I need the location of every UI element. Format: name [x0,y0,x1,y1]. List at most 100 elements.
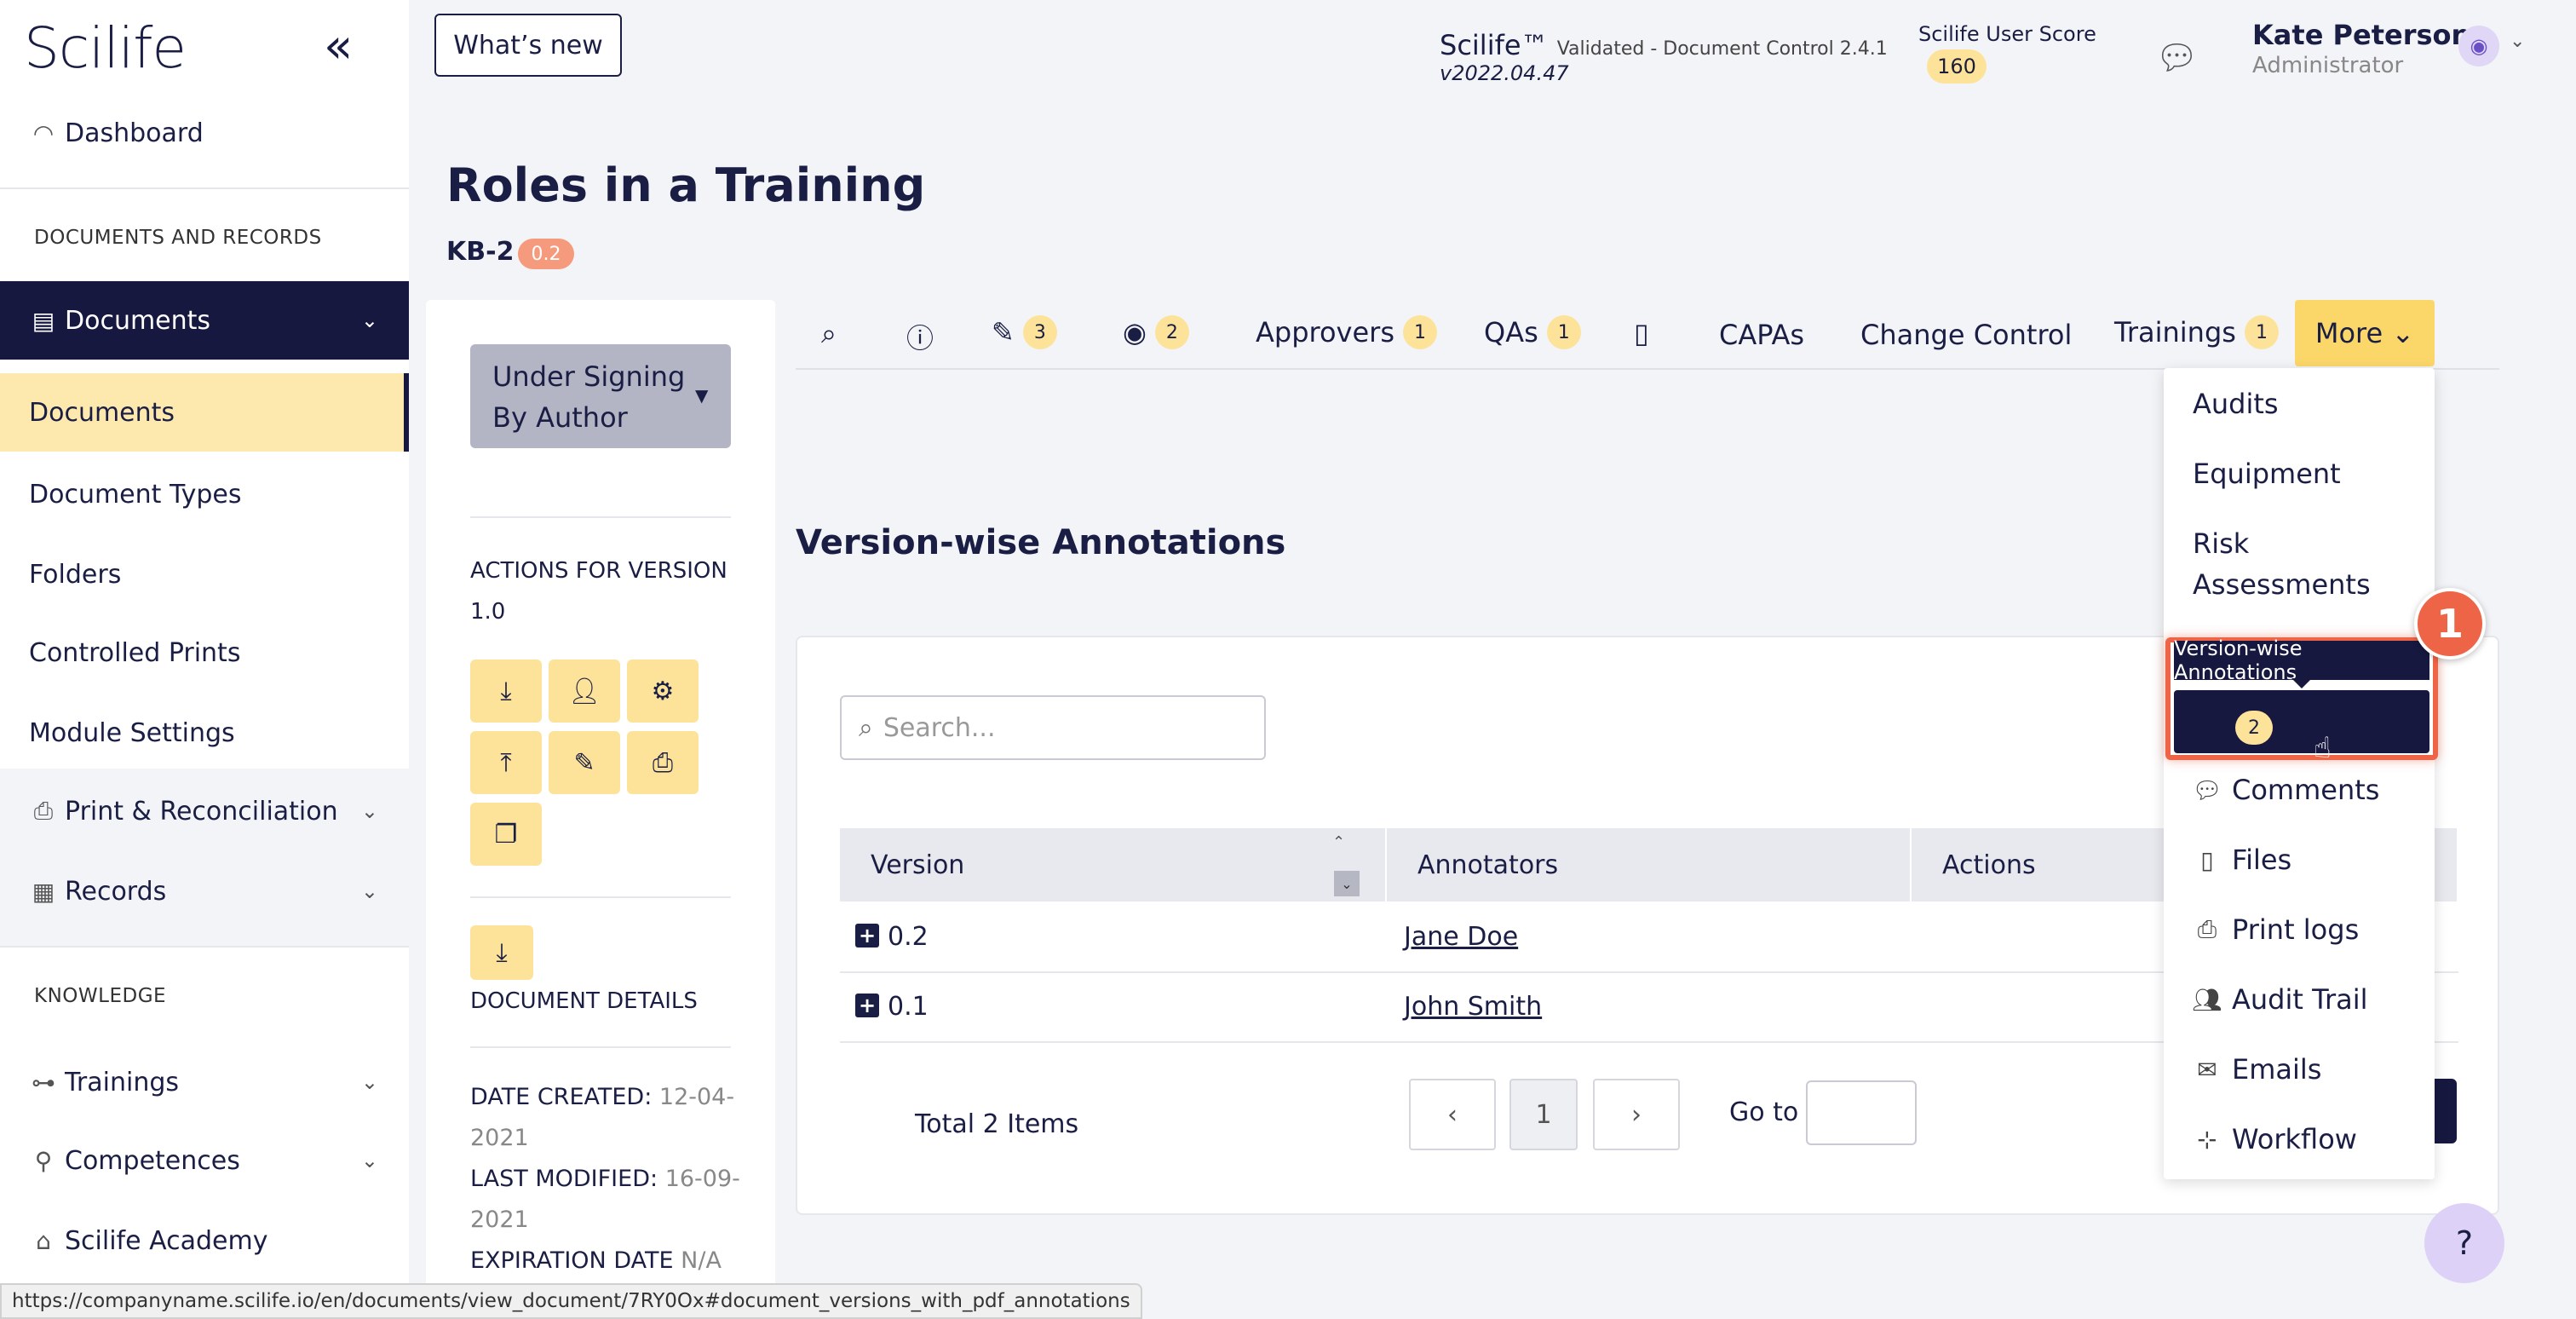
copy-icon: ❐ [494,819,518,850]
sort-up-icon[interactable]: ⌃ [1332,833,1345,851]
tab-capas[interactable]: CAPAs [1719,319,1804,351]
expiration-date: EXPIRATION DATE N/A [470,1247,722,1274]
records-icon: ▦ [32,877,55,906]
avatar[interactable]: ◉ [2458,26,2499,66]
annotator-link[interactable]: John Smith [1404,992,1542,1022]
page-title: Roles in a Training [446,158,926,212]
sidebar-item-competences[interactable]: ⚲ Competences ⌄ [0,1140,409,1181]
user-role: Administrator [2252,53,2404,78]
chevron-down-icon: ⌄ [360,1149,378,1172]
user-name[interactable]: Kate Peterson [2252,19,2470,51]
sidebar-item-dashboard[interactable]: ◠ Dashboard [0,112,409,153]
expand-row-icon[interactable]: + [855,994,879,1017]
copy-button[interactable]: ❐ [470,803,542,866]
tab-info[interactable]: ⓘ [906,317,934,356]
sign-button[interactable]: ✎ [549,731,620,794]
tab-views[interactable]: ◉ 2 [1123,315,1189,349]
menu-item-audits[interactable]: Audits [2193,383,2414,424]
sidebar-sub-document-types[interactable]: Document Types [0,474,409,515]
next-page-button[interactable]: › [1593,1079,1680,1150]
download-button[interactable]: ⤓ [470,660,542,723]
menu-item-version-wise-annotations[interactable] [2174,690,2429,753]
sidebar-item-print-reconciliation[interactable]: ⎙ Print & Reconciliation ⌄ [0,791,409,832]
sidebar-item-records[interactable]: ▦ Records ⌄ [0,871,409,912]
column-header-version[interactable]: Version [840,828,1385,901]
document-id: KB-2 [446,237,515,267]
sidebar-item-label: Trainings [65,1067,180,1097]
sidebar-item-label: Scilife Academy [65,1225,268,1256]
document-details-title: DOCUMENT DETAILS [470,988,698,1014]
help-button[interactable]: ? [2424,1203,2504,1283]
row-version: 0.1 [888,992,929,1022]
expand-row-icon[interactable]: + [855,924,879,947]
menu-item-comments[interactable]: 💬︎ Comments [2191,774,2379,806]
section-documents-records: DOCUMENTS AND RECORDS [34,227,322,249]
sidebar-item-label: Dashboard [65,118,204,148]
tab-edits[interactable]: ✎ 3 [992,315,1057,349]
chevron-down-icon[interactable]: ⌄ [2510,31,2525,52]
question-icon: ? [2455,1224,2474,1262]
chevron-down-icon: ⌄ [360,799,378,823]
sidebar-item-academy[interactable]: ⌂ Scilife Academy [0,1220,409,1261]
chevron-down-icon: ⌄ [2391,317,2415,349]
sidebar-sub-controlled-prints[interactable]: Controlled Prints [0,632,409,673]
tab-change-control[interactable]: Change Control [1860,319,2072,351]
date-created: DATE CREATED: 12-04-2021 [470,1084,735,1151]
sidebar-item-label: Records [65,876,167,907]
sidebar-sub-documents[interactable]: Documents [0,373,409,452]
tab-search[interactable]: ⌕ [821,317,837,350]
eye-icon: ◉ [1123,316,1147,348]
menu-item-equipment[interactable]: Equipment [2193,453,2414,494]
goto-page-input[interactable] [1806,1080,1917,1145]
tab-document[interactable]: ▯ [1634,317,1649,349]
column-header-annotators[interactable]: Annotators [1387,828,1910,901]
collapse-sidebar-icon[interactable]: « [324,19,353,74]
settings-button[interactable]: ⚙ [627,660,699,723]
page-number[interactable]: 1 [1509,1079,1578,1150]
chevron-down-icon: ⌄ [360,308,378,332]
product-name: Scilife™ Validated - Document Control 2.… [1440,29,1888,61]
annotator-link[interactable]: Jane Doe [1404,922,1518,952]
sidebar-item-label: Print & Reconciliation [65,796,338,827]
status-dropdown[interactable]: Under Signing By Author [470,344,731,448]
search-input[interactable]: ⌕ Search... [840,695,1266,760]
menu-item-workflow[interactable]: ⊹ Workflow [2191,1123,2357,1155]
upload-button[interactable]: ⤒ [470,731,542,794]
download-details-button[interactable]: ⤓ [470,925,533,980]
tab-approvers[interactable]: Approvers 1 [1256,315,1437,349]
row-version: 0.2 [888,922,929,952]
tab-badge: 1 [2244,315,2279,349]
workflow-icon: ⊹ [2197,1125,2217,1154]
download-icon: ⤓ [496,937,508,968]
more-tabs-button[interactable]: More ⌄ [2295,300,2435,366]
sidebar-item-label: Competences [65,1145,240,1176]
version-badge: 0.2 [518,239,574,269]
tab-qas[interactable]: QAs 1 [1484,315,1581,349]
menu-item-print-logs[interactable]: ⎙ Print logs [2191,913,2359,946]
users-icon: 👥︎ [2192,985,2222,1014]
menu-item-emails[interactable]: ✉ Emails [2191,1053,2321,1086]
document-icon: ▯ [1634,317,1649,349]
graduation-cap-icon: ⌂ [36,1226,51,1255]
menu-item-risk-assessments[interactable]: Risk Assessments [2193,523,2414,605]
menu-item-audit-trail[interactable]: 👥︎ Audit Trail [2191,983,2367,1016]
tab-trainings[interactable]: Trainings 1 [2114,315,2279,349]
sidebar-item-trainings[interactable]: ⊶ Trainings ⌄ [0,1062,409,1103]
sidebar-sub-folders[interactable]: Folders [0,554,409,595]
print-button[interactable]: ⎙ [627,731,699,794]
sort-down-icon[interactable]: ⌄ [1334,871,1360,896]
gear-icon: ⚙ [651,676,675,706]
chat-icon[interactable]: 💬︎ [2155,37,2199,78]
sidebar-item-documents[interactable]: ▤ Documents ⌄ [0,281,409,360]
whats-new-button[interactable]: What’s new [434,14,622,77]
prev-page-button[interactable]: ‹ [1409,1079,1496,1150]
user-score-badge: 160 [1927,49,1987,84]
menu-item-files[interactable]: ▯ Files [2191,844,2291,876]
section-knowledge: KNOWLEDGE [34,985,167,1007]
user-button[interactable]: 👤︎ [549,660,620,723]
status-bar-url: https://companyname.scilife.io/en/docume… [0,1283,1142,1319]
printer-icon: ⎙ [33,797,54,825]
sidebar-sub-module-settings[interactable]: Module Settings [0,712,409,753]
last-modified: LAST MODIFIED: 16-09-2021 [470,1166,740,1233]
menu-item-badge: 2 [2235,711,2273,745]
